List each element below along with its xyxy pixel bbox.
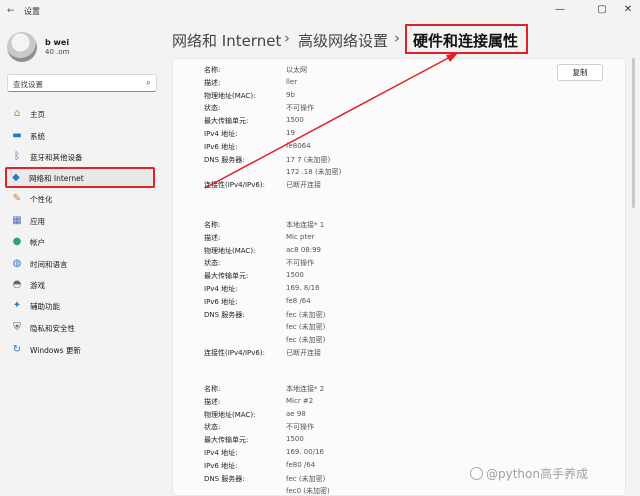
- arrow-head: [446, 53, 458, 62]
- watermark: @python高手养成: [470, 465, 588, 482]
- watermark-logo-icon: [470, 467, 483, 480]
- arrow-line: [204, 55, 453, 189]
- annotation-arrow: [204, 53, 458, 189]
